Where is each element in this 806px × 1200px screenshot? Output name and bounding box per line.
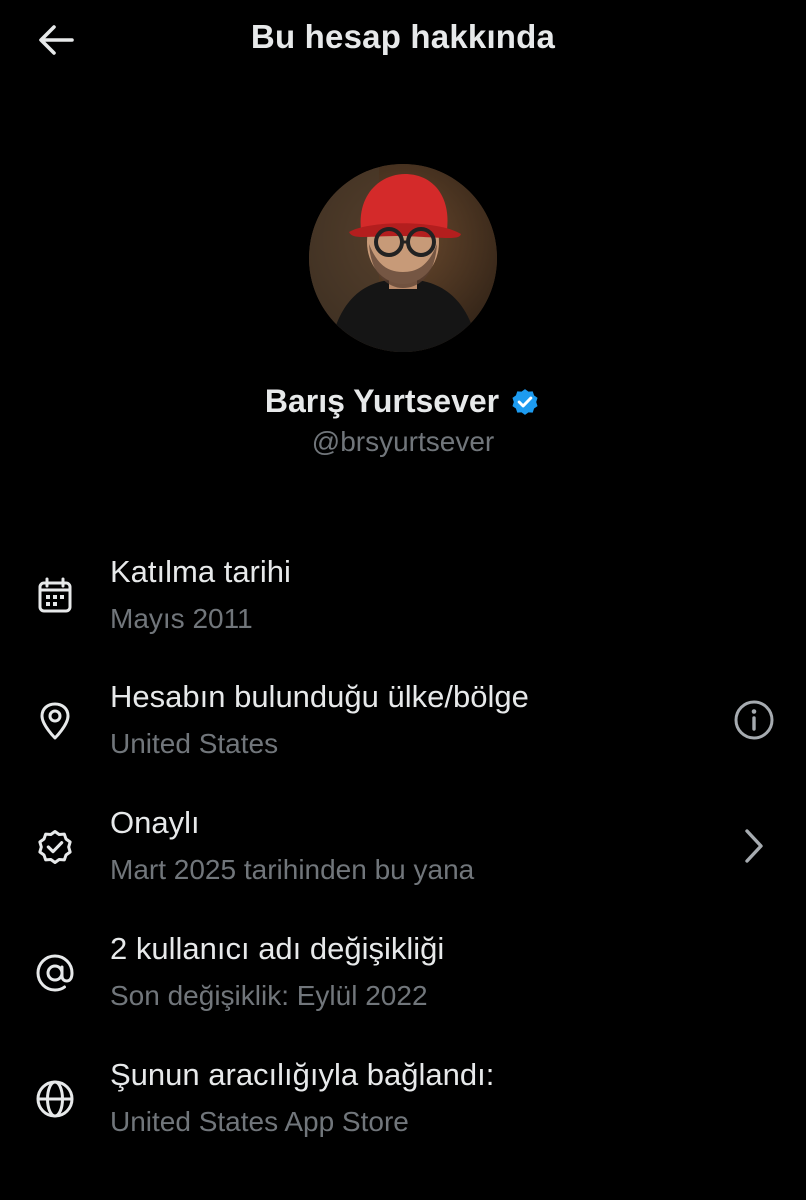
joined-date-row: Katılma tarihi Mayıs 2011 — [0, 550, 806, 660]
info-button[interactable] — [732, 698, 776, 742]
calendar-icon — [33, 574, 77, 618]
row-subtitle: United States App Store — [110, 1106, 409, 1137]
profile-photo — [309, 164, 497, 352]
row-subtitle: Son değişiklik: Eylül 2022 — [110, 980, 428, 1011]
row-title: Onaylı — [110, 805, 200, 840]
chevron-right-icon[interactable] — [732, 824, 776, 868]
username-handle: @brsyurtsever — [311, 426, 495, 457]
row-title: 2 kullanıcı adı değişikliği — [110, 931, 445, 966]
location-pin-icon — [33, 699, 77, 743]
verified-badge-icon — [33, 825, 77, 869]
row-subtitle: Mayıs 2011 — [110, 603, 253, 634]
profile-name-row: Barış Yurtsever — [0, 383, 806, 420]
row-subtitle: Mart 2025 tarihinden bu yana — [110, 854, 475, 885]
username-changes-row: 2 kullanıcı adı değişikliği Son değişikl… — [0, 927, 806, 1037]
row-subtitle: United States — [110, 728, 279, 759]
row-title: Katılma tarihi — [110, 554, 291, 589]
account-location-row: Hesabın bulunduğu ülke/bölge United Stat… — [0, 675, 806, 785]
info-icon — [734, 700, 774, 740]
row-title: Şunun aracılığıyla bağlandı: — [110, 1057, 495, 1092]
verified-since-row[interactable]: Onaylı Mart 2025 tarihinden bu yana — [0, 801, 806, 911]
at-sign-icon — [33, 951, 77, 995]
row-title: Hesabın bulunduğu ülke/bölge — [110, 679, 529, 714]
avatar[interactable] — [309, 164, 497, 352]
top-bar: Bu hesap hakkında — [0, 0, 806, 80]
connected-via-row: Şunun aracılığıyla bağlandı: United Stat… — [0, 1053, 806, 1163]
page-title: Bu hesap hakkında — [250, 18, 556, 55]
display-name: Barış Yurtsever — [264, 383, 500, 419]
verified-check-icon — [509, 386, 541, 418]
globe-icon — [33, 1077, 77, 1121]
